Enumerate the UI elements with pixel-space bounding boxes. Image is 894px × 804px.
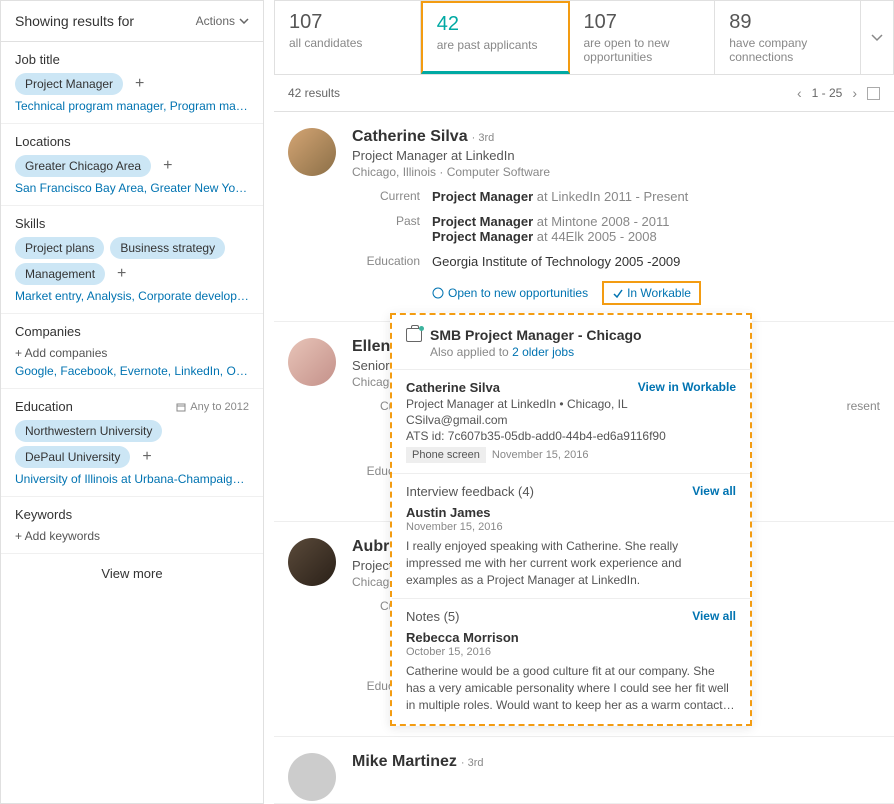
candidate-name: Catherine Silva (352, 128, 468, 145)
filter-pill[interactable]: Northwestern University (15, 420, 162, 442)
popover-candidate-email: CSilva@gmail.com (406, 413, 736, 427)
actions-dropdown[interactable]: Actions (196, 14, 249, 28)
popover-candidate-name: Catherine Silva (406, 380, 500, 395)
stats-expand[interactable] (861, 1, 893, 74)
feedback-viewall-link[interactable]: View all (692, 484, 736, 498)
filter-label: Skills (15, 216, 249, 231)
feedback-date: November 15, 2016 (406, 521, 736, 533)
filter-pill[interactable]: DePaul University (15, 446, 130, 468)
candidate-headline: Project Manager at LinkedIn (352, 148, 880, 163)
chevron-down-icon (871, 34, 883, 42)
add-pill-icon[interactable]: + (136, 446, 157, 468)
avatar (288, 128, 336, 176)
view-more-filters[interactable]: View more (1, 554, 263, 593)
candidate-location: Chicago, Illinois · Computer Software (352, 165, 880, 179)
feedback-heading: Interview feedback (4) (406, 484, 534, 499)
popover-job-title: SMB Project Manager - Chicago (430, 327, 642, 343)
filter-suggestions[interactable]: University of Illinois at Urbana-Champai… (15, 472, 249, 486)
stat-company-connections[interactable]: 89 have company connections (715, 1, 861, 74)
row-label-education: Education (352, 254, 420, 269)
filter-pill[interactable]: Project Manager (15, 73, 123, 95)
filter-jobtitle: Job title Project Manager + Technical pr… (1, 42, 263, 124)
row-label-past: Past (352, 214, 420, 244)
filter-label: Education (15, 399, 73, 414)
filter-skills: Skills Project plans Business strategy M… (1, 206, 263, 314)
page-range: 1 - 25 (812, 86, 843, 100)
add-pill-icon[interactable]: + (157, 155, 178, 177)
stat-past-applicants[interactable]: 42 are past applicants (421, 1, 570, 74)
note-date: October 15, 2016 (406, 646, 736, 658)
filter-suggestions[interactable]: Technical program manager, Program mana… (15, 99, 249, 113)
filters-sidebar: Showing results for Actions Job title Pr… (0, 0, 264, 804)
select-all-checkbox[interactable] (867, 87, 880, 100)
open-to-opportunities-badge: Open to new opportunities (432, 286, 588, 300)
filter-pill[interactable]: Management (15, 263, 105, 285)
filter-pill[interactable]: Business strategy (110, 237, 225, 259)
in-workable-badge[interactable]: In Workable (602, 281, 701, 305)
add-companies[interactable]: + Add companies (15, 346, 107, 360)
candidate-card[interactable]: Mike Martinez · 3rd (274, 737, 894, 804)
filter-label: Keywords (15, 507, 249, 522)
present-fragment: resent (847, 399, 880, 414)
view-in-workable-link[interactable]: View in Workable (638, 380, 736, 394)
popover-candidate-title: Project Manager at LinkedIn • Chicago, I… (406, 397, 736, 411)
filter-suggestions[interactable]: San Francisco Bay Area, Greater New York… (15, 181, 249, 195)
add-pill-icon[interactable]: + (111, 263, 132, 285)
stats-row: 107 all candidates 42 are past applicant… (274, 0, 894, 75)
popover-subtitle: Also applied to 2 older jobs (430, 345, 736, 359)
note-author: Rebecca Morrison (406, 630, 736, 645)
notes-heading: Notes (5) (406, 609, 459, 624)
filter-suggestions[interactable]: Market entry, Analysis, Corporate develo… (15, 289, 249, 303)
stat-open-opportunities[interactable]: 107 are open to new opportunities (570, 1, 716, 74)
notes-viewall-link[interactable]: View all (692, 609, 736, 623)
avatar (288, 753, 336, 801)
results-count: 42 results (288, 86, 340, 100)
prev-page[interactable]: ‹ (797, 85, 802, 101)
briefcase-icon (406, 328, 422, 342)
calendar-icon (176, 402, 186, 412)
feedback-text: I really enjoyed speaking with Catherine… (406, 538, 736, 588)
candidate-name: Mike Martinez (352, 753, 457, 770)
candidate-card[interactable]: Catherine Silva · 3rd Project Manager at … (274, 112, 894, 322)
row-label-current: Current (352, 189, 420, 204)
filter-keywords: Keywords + Add keywords (1, 497, 263, 554)
stage-badge: Phone screen (406, 447, 486, 463)
avatar (288, 538, 336, 586)
filter-pill[interactable]: Project plans (15, 237, 104, 259)
connection-degree: · 3rd (472, 132, 495, 144)
checkmark-icon (432, 287, 444, 299)
filter-suggestions[interactable]: Google, Facebook, Evernote, LinkedIn, Oc… (15, 364, 249, 378)
connection-degree: · 3rd (461, 757, 484, 769)
filter-label: Locations (15, 134, 249, 149)
check-icon (612, 288, 623, 299)
feedback-author: Austin James (406, 505, 736, 520)
add-keywords[interactable]: + Add keywords (15, 529, 100, 543)
next-page[interactable]: › (852, 85, 857, 101)
popover-ats-id: ATS id: 7c607b35-05db-add0-44b4-ed6a9116… (406, 429, 736, 443)
add-pill-icon[interactable]: + (129, 73, 150, 95)
filter-date-range[interactable]: Any to 2012 (176, 401, 249, 413)
filter-pill[interactable]: Greater Chicago Area (15, 155, 151, 177)
older-jobs-link[interactable]: 2 older jobs (512, 345, 574, 359)
filter-companies: Companies + Add companies Google, Facebo… (1, 314, 263, 389)
filter-education: Education Any to 2012 Northwestern Unive… (1, 389, 263, 497)
filter-label: Companies (15, 324, 249, 339)
chevron-down-icon (239, 18, 249, 24)
avatar (288, 338, 336, 386)
results-bar: 42 results ‹ 1 - 25 › (274, 75, 894, 112)
stage-date: November 15, 2016 (492, 449, 589, 461)
workable-popover: SMB Project Manager - Chicago Also appli… (390, 313, 752, 726)
note-text: Catherine would be a good culture fit at… (406, 663, 736, 713)
sidebar-title: Showing results for (15, 13, 134, 29)
filter-locations: Locations Greater Chicago Area + San Fra… (1, 124, 263, 206)
stat-all-candidates[interactable]: 107 all candidates (275, 1, 421, 74)
filter-label: Job title (15, 52, 249, 67)
